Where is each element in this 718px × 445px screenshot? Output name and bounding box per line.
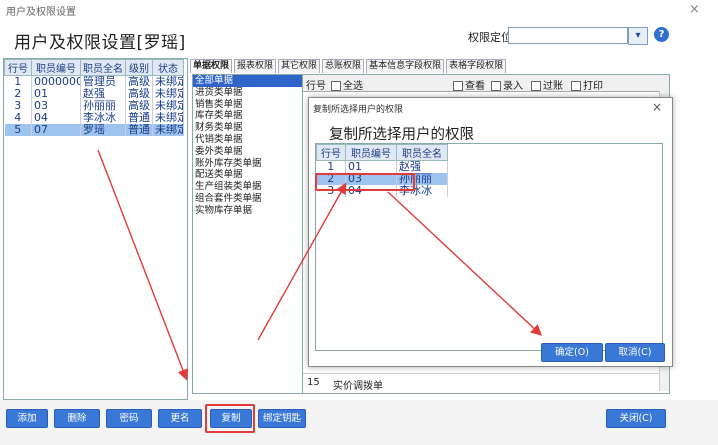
arrow-to-target-user	[257, 182, 347, 341]
arrow-to-ok-button	[387, 191, 543, 336]
arrow-to-copy-source	[97, 149, 189, 381]
guide-arrows	[97, 149, 543, 381]
